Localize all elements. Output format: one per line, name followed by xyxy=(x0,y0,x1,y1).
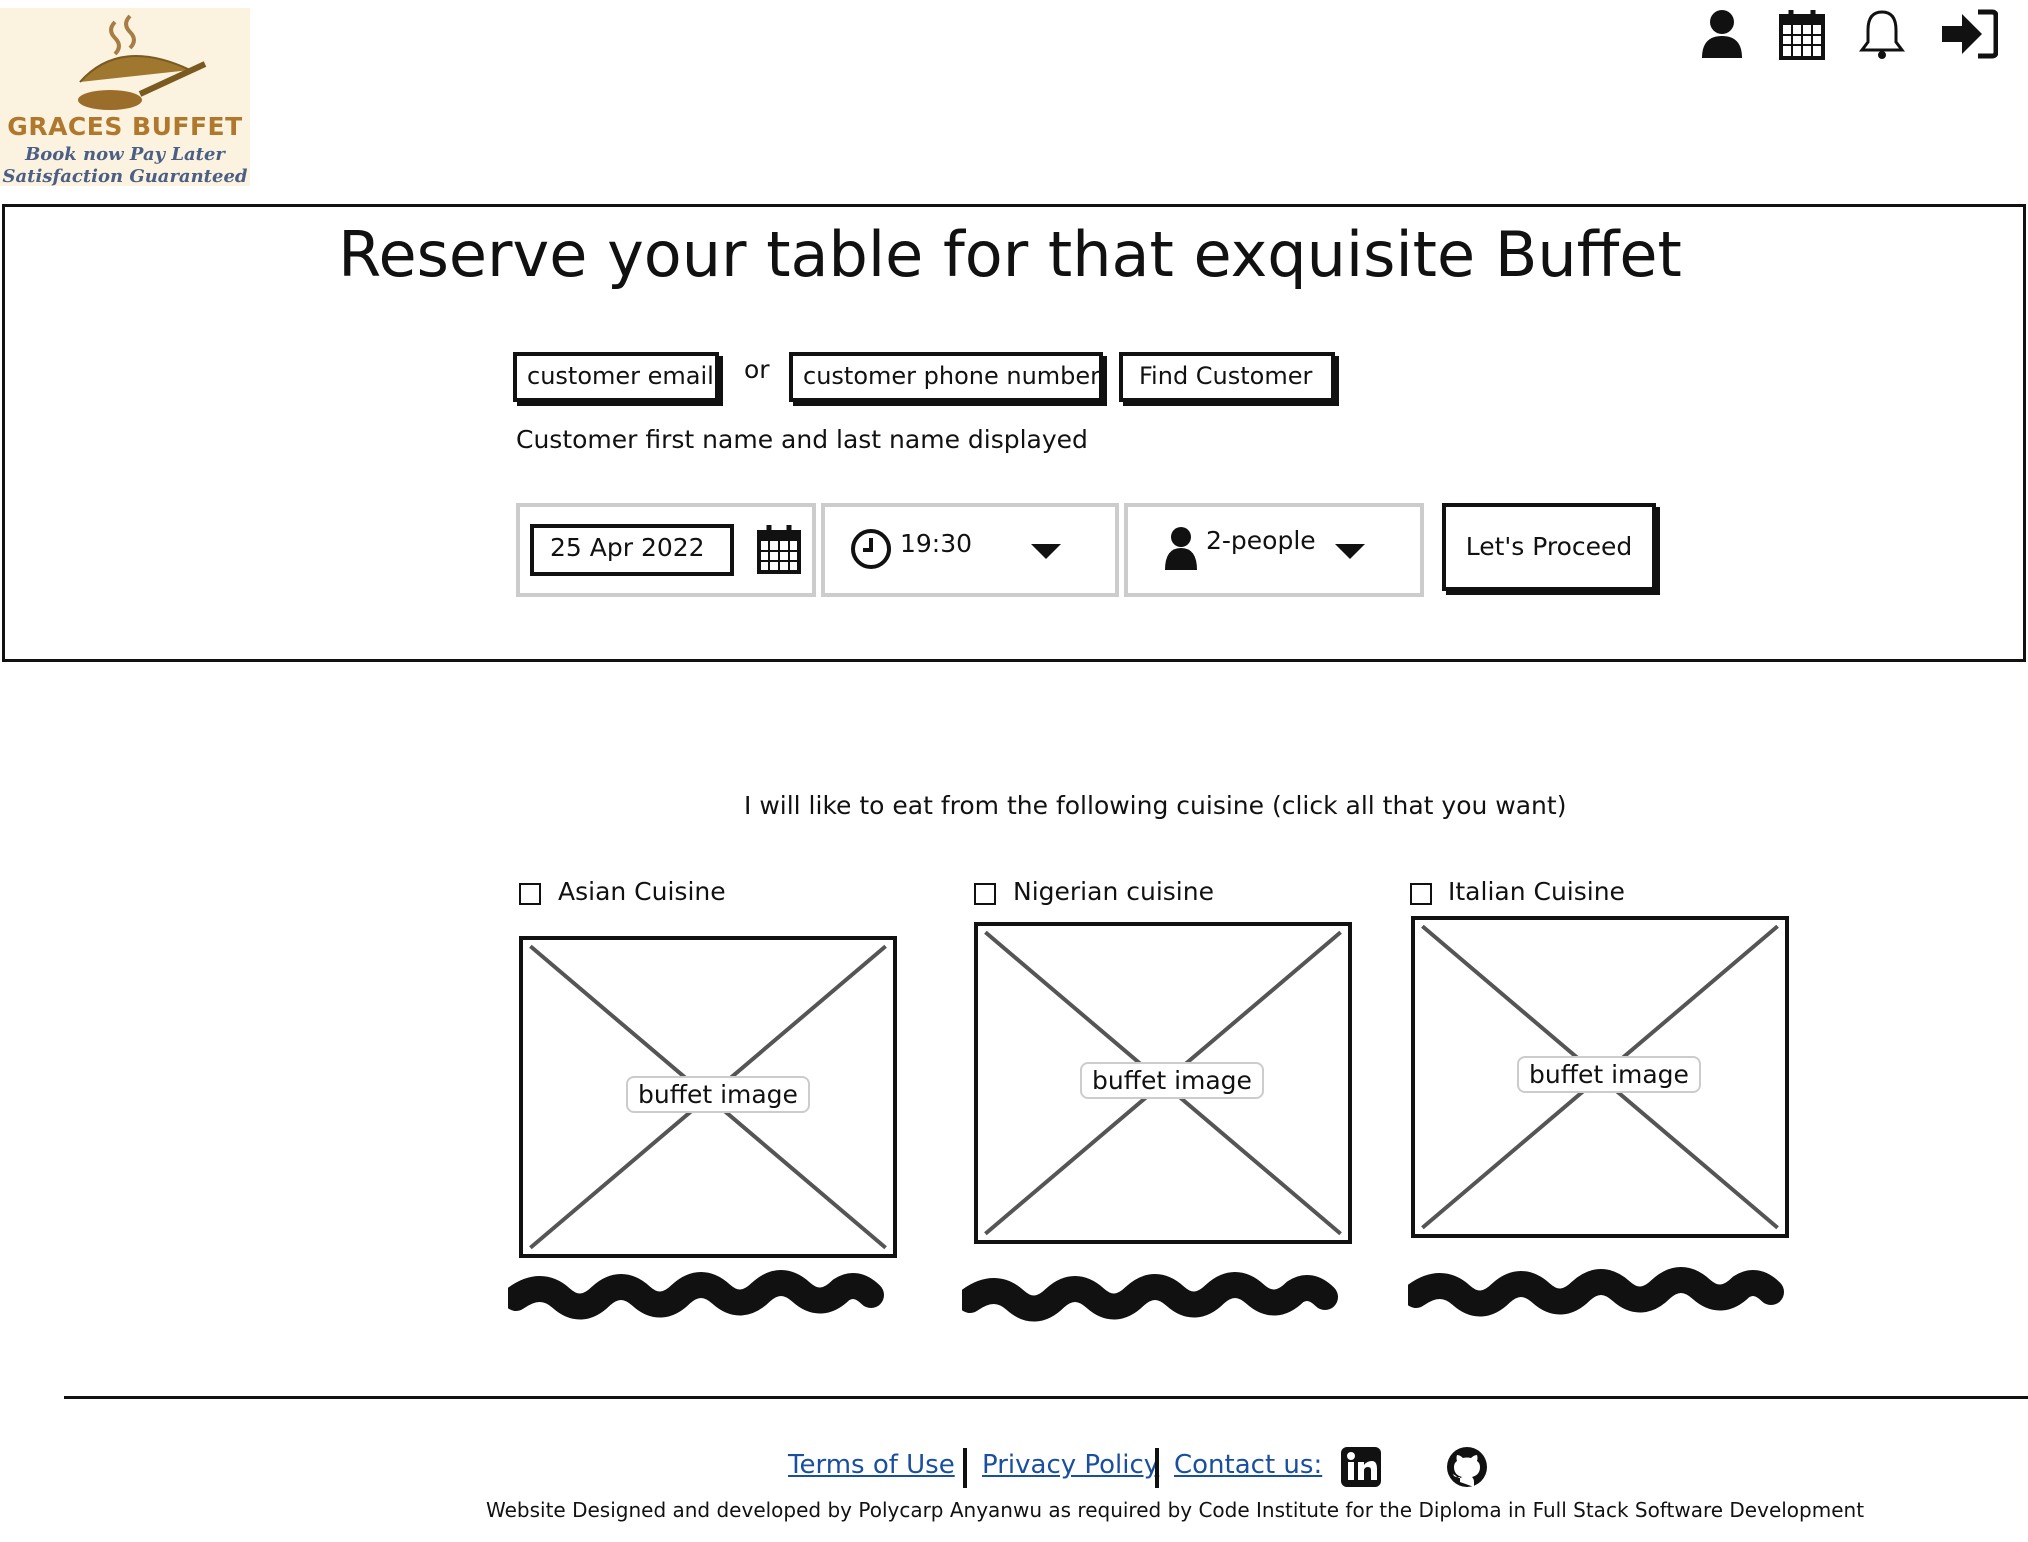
link-separator xyxy=(963,1448,967,1488)
dish-icon xyxy=(78,14,207,110)
linkedin-icon[interactable] xyxy=(1340,1446,1382,1488)
image-placeholder-label: buffet image xyxy=(626,1076,810,1113)
time-value: 19:30 xyxy=(900,529,973,558)
footer-divider xyxy=(64,1396,2028,1399)
terms-link[interactable]: Terms of Use xyxy=(788,1450,955,1480)
privacy-link[interactable]: Privacy Policy xyxy=(982,1450,1159,1480)
image-placeholder-label: buffet image xyxy=(1080,1062,1264,1099)
bell-icon[interactable] xyxy=(1858,8,1906,60)
image-placeholder-label: buffet image xyxy=(1517,1056,1701,1093)
cuisine-prompt: I will like to eat from the following cu… xyxy=(744,791,1567,820)
cuisine-option-label: Nigerian cuisine xyxy=(1013,877,1214,906)
nigerian-cuisine-checkbox[interactable] xyxy=(974,883,996,905)
proceed-button[interactable]: Let's Proceed xyxy=(1442,503,1656,591)
date-input[interactable]: 25 Apr 2022 xyxy=(530,524,734,576)
find-customer-button[interactable]: Find Customer xyxy=(1119,352,1335,402)
contact-link[interactable]: Contact us: xyxy=(1174,1450,1322,1480)
cuisine-option-label: Asian Cuisine xyxy=(558,877,726,906)
brand-logo[interactable]: GRACES BUFFET Book now Pay Later Satisfa… xyxy=(0,8,250,187)
or-label: or xyxy=(744,355,770,384)
page-title: Reserve your table for that exquisite Bu… xyxy=(338,218,1682,291)
person-icon xyxy=(1163,526,1199,572)
clock-icon xyxy=(850,528,892,570)
logo-title: GRACES BUFFET xyxy=(7,112,243,141)
scribble-text xyxy=(957,1270,1352,1330)
link-separator xyxy=(1155,1448,1159,1488)
footer-credit: Website Designed and developed by Polyca… xyxy=(486,1498,1865,1522)
github-icon[interactable] xyxy=(1446,1446,1488,1488)
customer-name-text: Customer first name and last name displa… xyxy=(516,425,1088,454)
cuisine-option-label: Italian Cuisine xyxy=(1448,877,1625,906)
people-value: 2-people xyxy=(1206,526,1316,555)
user-icon[interactable] xyxy=(1698,8,1746,60)
sign-in-icon[interactable] xyxy=(1940,8,1999,60)
calendar-icon[interactable] xyxy=(756,523,802,575)
chevron-down-icon[interactable] xyxy=(1334,542,1366,560)
scribble-text xyxy=(1403,1265,1798,1325)
phone-field[interactable]: customer phone number xyxy=(789,352,1103,402)
logo-tagline: Book now Pay Later xyxy=(25,144,225,165)
email-field[interactable]: customer email xyxy=(513,352,719,402)
italian-cuisine-checkbox[interactable] xyxy=(1410,883,1432,905)
logo-slogan: Satisfaction Guaranteed xyxy=(2,166,248,187)
asian-cuisine-checkbox[interactable] xyxy=(519,883,541,905)
chevron-down-icon[interactable] xyxy=(1030,542,1062,560)
scribble-text xyxy=(503,1268,898,1328)
calendar-icon[interactable] xyxy=(1778,8,1826,60)
